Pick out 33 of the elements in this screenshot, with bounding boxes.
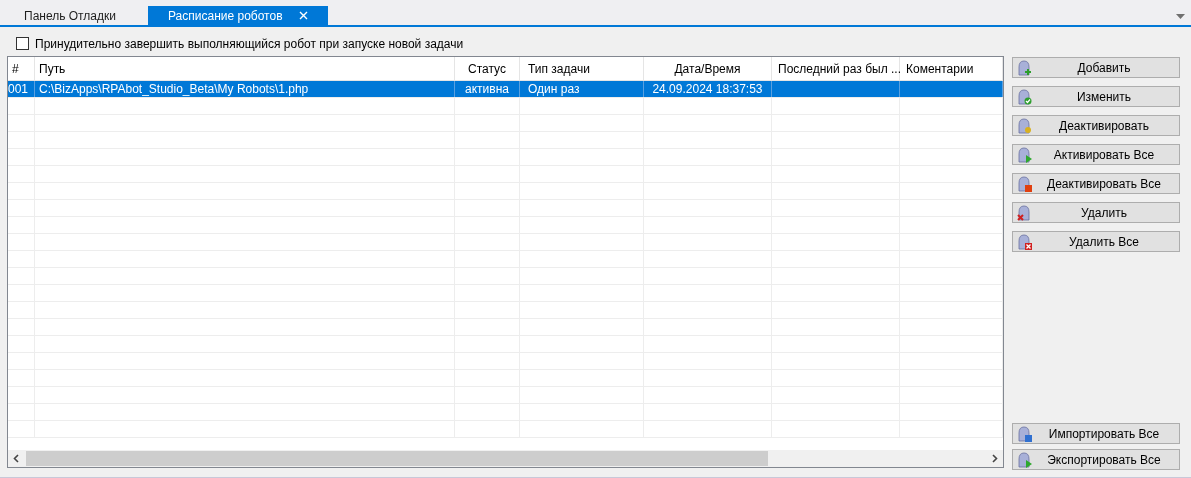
toolbar-button[interactable]: Добавить xyxy=(1012,57,1180,78)
toolbar-button[interactable]: Импортировать Все xyxy=(1012,423,1180,444)
tab[interactable]: Расписание роботов xyxy=(148,6,328,25)
toolbar-button[interactable]: Экспортировать Все xyxy=(1012,449,1180,470)
table-cell: активна xyxy=(465,81,509,97)
dropdown-caret-icon[interactable] xyxy=(1176,14,1185,19)
arch-import-icon xyxy=(1017,425,1033,442)
table-cell: Один раз xyxy=(528,81,580,97)
toolbar-button[interactable]: Деактивировать xyxy=(1012,115,1180,136)
close-icon[interactable] xyxy=(298,11,308,20)
table-cell: 24.09.2024 18:37:53 xyxy=(652,81,763,97)
toolbar-button[interactable]: Изменить xyxy=(1012,86,1180,107)
arch-cross-icon xyxy=(1017,204,1033,221)
arch-export-icon xyxy=(1017,451,1033,468)
arch-stop-icon xyxy=(1017,175,1033,192)
scroll-left-icon[interactable] xyxy=(13,454,19,463)
scrollbar-thumb[interactable] xyxy=(26,451,768,466)
toolbar-button[interactable]: Активировать Все xyxy=(1012,144,1180,165)
checkbox[interactable] xyxy=(16,37,29,50)
arch-play-icon xyxy=(1017,146,1033,163)
arch-check-icon xyxy=(1017,88,1033,105)
table-row[interactable]: 001 C:\BizApps\RPAbot_Studio_Beta\My Robots\1.php активна Один раз 24.09.2024 18:37:53 xyxy=(8,81,1003,98)
arch-delete-icon xyxy=(1017,233,1033,250)
table-cell: C:\BizApps\RPAbot_Studio_Beta\My Robots\1.php xyxy=(39,81,309,97)
table-cell: 001 xyxy=(8,81,29,97)
toolbar-button[interactable]: Удалить Все xyxy=(1012,231,1180,252)
horizontal-scrollbar[interactable] xyxy=(8,450,1003,467)
toolbar-button[interactable]: Деактивировать Все xyxy=(1012,173,1180,194)
arch-plus-icon xyxy=(1017,59,1033,76)
scroll-right-icon[interactable] xyxy=(992,454,998,463)
toolbar-button[interactable]: Удалить xyxy=(1012,202,1180,223)
tab[interactable]: Панель Отладки xyxy=(8,6,148,25)
checkbox-label: Принудительно завершить выполняющийся робот при запуске новой задачи xyxy=(35,35,464,53)
